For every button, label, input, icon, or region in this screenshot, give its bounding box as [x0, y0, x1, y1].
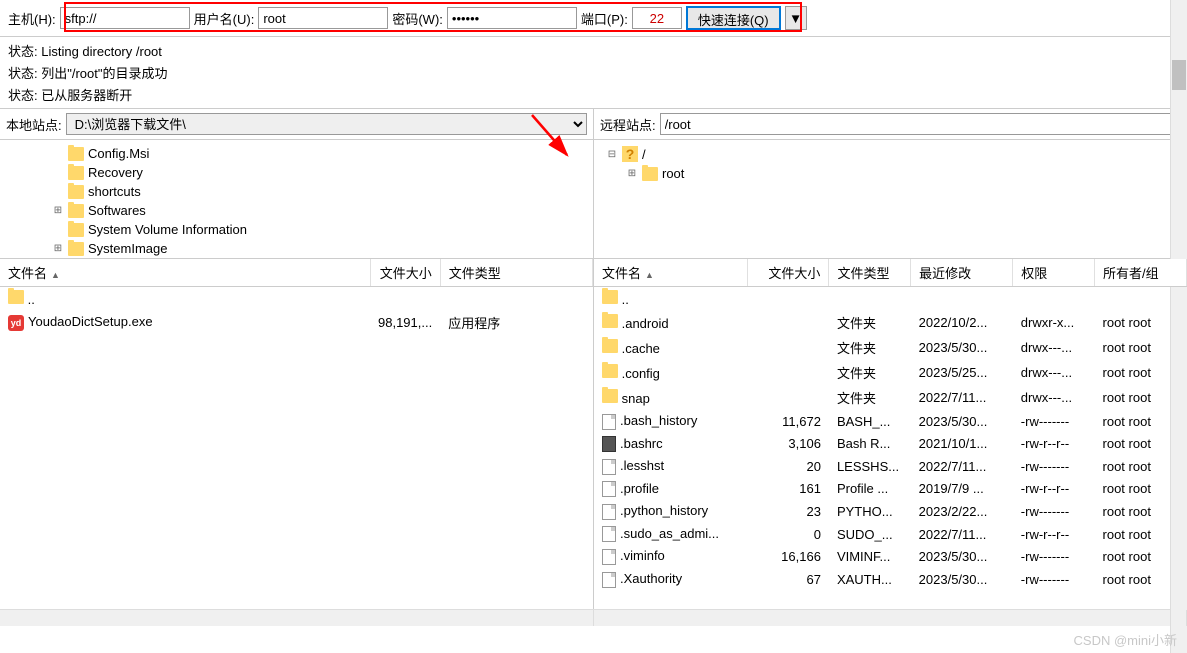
- remote-file-list[interactable]: 文件名▲文件大小文件类型最近修改权限所有者/组 .. .android文件夹20…: [594, 259, 1187, 609]
- column-header[interactable]: 文件名▲: [594, 259, 747, 287]
- column-header[interactable]: 文件大小: [370, 259, 440, 287]
- folder-icon: [602, 364, 618, 378]
- tree-item[interactable]: ⊞Softwares: [8, 201, 585, 220]
- folder-icon: [602, 314, 618, 328]
- table-row[interactable]: snap文件夹2022/7/11...drwx---...root root: [594, 385, 1187, 410]
- table-row[interactable]: .Xauthority67XAUTH...2023/5/30...-rw----…: [594, 568, 1187, 591]
- table-row[interactable]: .config文件夹2023/5/25...drwx---...root roo…: [594, 360, 1187, 385]
- table-row[interactable]: .python_history23PYTHO...2023/2/22...-rw…: [594, 500, 1187, 523]
- file-icon: [602, 481, 616, 497]
- bottom-scrollbar[interactable]: [0, 609, 1187, 626]
- column-header[interactable]: 文件类型: [440, 259, 592, 287]
- folder-icon: [642, 167, 658, 181]
- file-icon: [602, 436, 616, 452]
- column-header[interactable]: 所有者/组: [1095, 259, 1187, 287]
- tree-item[interactable]: Config.Msi: [8, 144, 585, 163]
- table-row[interactable]: .lesshst20LESSHS...2022/7/11...-rw------…: [594, 455, 1187, 478]
- file-icon: [602, 504, 616, 520]
- file-icon: [602, 526, 616, 542]
- column-header[interactable]: 最近修改: [911, 259, 1013, 287]
- file-icon: [602, 459, 616, 475]
- remote-site-label: 远程站点:: [600, 115, 656, 134]
- file-icon: [602, 549, 616, 565]
- folder-icon: [602, 389, 618, 403]
- pass-label: 密码(W):: [392, 9, 443, 28]
- tree-label: SystemImage: [88, 241, 167, 256]
- file-icon: [602, 572, 616, 588]
- app-icon: yd: [8, 315, 24, 331]
- tree-label: Config.Msi: [88, 146, 149, 161]
- table-row[interactable]: .sudo_as_admi...0SUDO_...2022/7/11...-rw…: [594, 523, 1187, 546]
- local-tree[interactable]: Config.Msi Recovery shortcuts ⊞Softwares Sys…: [0, 140, 593, 258]
- tree-item[interactable]: shortcuts: [8, 182, 585, 201]
- file-lists: 文件名▲文件大小文件类型 ..ydYoudaoDictSetup.exe98,1…: [0, 259, 1187, 609]
- folder-icon: [68, 223, 84, 237]
- folder-icon: [68, 147, 84, 161]
- status-line: 状态: 列出"/root"的目录成功: [8, 63, 1179, 85]
- tree-item[interactable]: Recovery: [8, 163, 585, 182]
- table-row[interactable]: .viminfo16,166VIMINF...2023/5/30...-rw--…: [594, 545, 1187, 568]
- tree-panels: 本地站点: D:\浏览器下载文件\ Config.Msi Recovery shor…: [0, 109, 1187, 259]
- port-input[interactable]: [632, 7, 682, 29]
- quickconnect-button[interactable]: 快速连接(Q): [686, 6, 781, 30]
- tree-item[interactable]: ⊟?/: [602, 144, 1179, 164]
- table-row[interactable]: ..: [594, 287, 1187, 311]
- tree-item[interactable]: ⊞root: [602, 164, 1179, 183]
- quickconnect-dropdown[interactable]: ▼: [785, 6, 807, 30]
- folder-icon: [68, 166, 84, 180]
- folder-icon: [68, 242, 84, 256]
- local-path-combo[interactable]: D:\浏览器下载文件\: [66, 113, 587, 135]
- host-input[interactable]: [60, 7, 190, 29]
- column-header[interactable]: 文件名▲: [0, 259, 370, 287]
- column-header[interactable]: 文件大小: [747, 259, 829, 287]
- status-line: 状态: Listing directory /root: [8, 41, 1179, 63]
- table-row[interactable]: .bashrc3,106Bash R...2021/10/1...-rw-r--…: [594, 433, 1187, 456]
- password-input[interactable]: [447, 7, 577, 29]
- remote-path-input[interactable]: [660, 113, 1181, 135]
- status-line: 状态: 已从服务器断开: [8, 85, 1179, 107]
- local-file-list[interactable]: 文件名▲文件大小文件类型 ..ydYoudaoDictSetup.exe98,1…: [0, 259, 594, 609]
- file-icon: [602, 414, 616, 430]
- table-row[interactable]: .bash_history11,672BASH_...2023/5/30...-…: [594, 410, 1187, 433]
- watermark: CSDN @mini小新: [1074, 630, 1177, 649]
- folder-icon: [68, 185, 84, 199]
- folder-icon: [8, 290, 24, 304]
- table-row[interactable]: ydYoudaoDictSetup.exe98,191,...应用程序: [0, 310, 593, 335]
- tree-label: shortcuts: [88, 184, 141, 199]
- status-log: 状态: Listing directory /root 状态: 列出"/root…: [0, 37, 1187, 109]
- local-site-label: 本地站点:: [6, 115, 62, 134]
- tree-label: root: [662, 166, 684, 181]
- table-row[interactable]: .android文件夹2022/10/2...drwxr-x...root ro…: [594, 310, 1187, 335]
- tree-item[interactable]: System Volume Information: [8, 220, 585, 239]
- folder-icon: [602, 290, 618, 304]
- column-header[interactable]: 权限: [1013, 259, 1095, 287]
- unknown-icon: ?: [622, 146, 638, 162]
- user-label: 用户名(U):: [194, 9, 255, 28]
- host-label: 主机(H):: [8, 9, 56, 28]
- username-input[interactable]: [258, 7, 388, 29]
- local-tree-panel: 本地站点: D:\浏览器下载文件\ Config.Msi Recovery shor…: [0, 109, 594, 258]
- folder-icon: [602, 339, 618, 353]
- table-row[interactable]: ..: [0, 287, 593, 311]
- tree-label: Softwares: [88, 203, 146, 218]
- folder-icon: [68, 204, 84, 218]
- tree-label: /: [642, 147, 646, 162]
- table-row[interactable]: .cache文件夹2023/5/30...drwx---...root root: [594, 335, 1187, 360]
- port-label: 端口(P):: [581, 9, 628, 28]
- quickconnect-toolbar: 主机(H): 用户名(U): 密码(W): 端口(P): 快速连接(Q) ▼: [0, 0, 1187, 37]
- tree-item[interactable]: ⊞SystemImage: [8, 239, 585, 258]
- remote-tree[interactable]: ⊟?/⊞root: [594, 140, 1187, 258]
- tree-label: System Volume Information: [88, 222, 247, 237]
- column-header[interactable]: 文件类型: [829, 259, 911, 287]
- remote-tree-panel: 远程站点: ⊟?/⊞root: [594, 109, 1187, 258]
- table-row[interactable]: .profile161Profile ...2019/7/9 ...-rw-r-…: [594, 478, 1187, 501]
- tree-label: Recovery: [88, 165, 143, 180]
